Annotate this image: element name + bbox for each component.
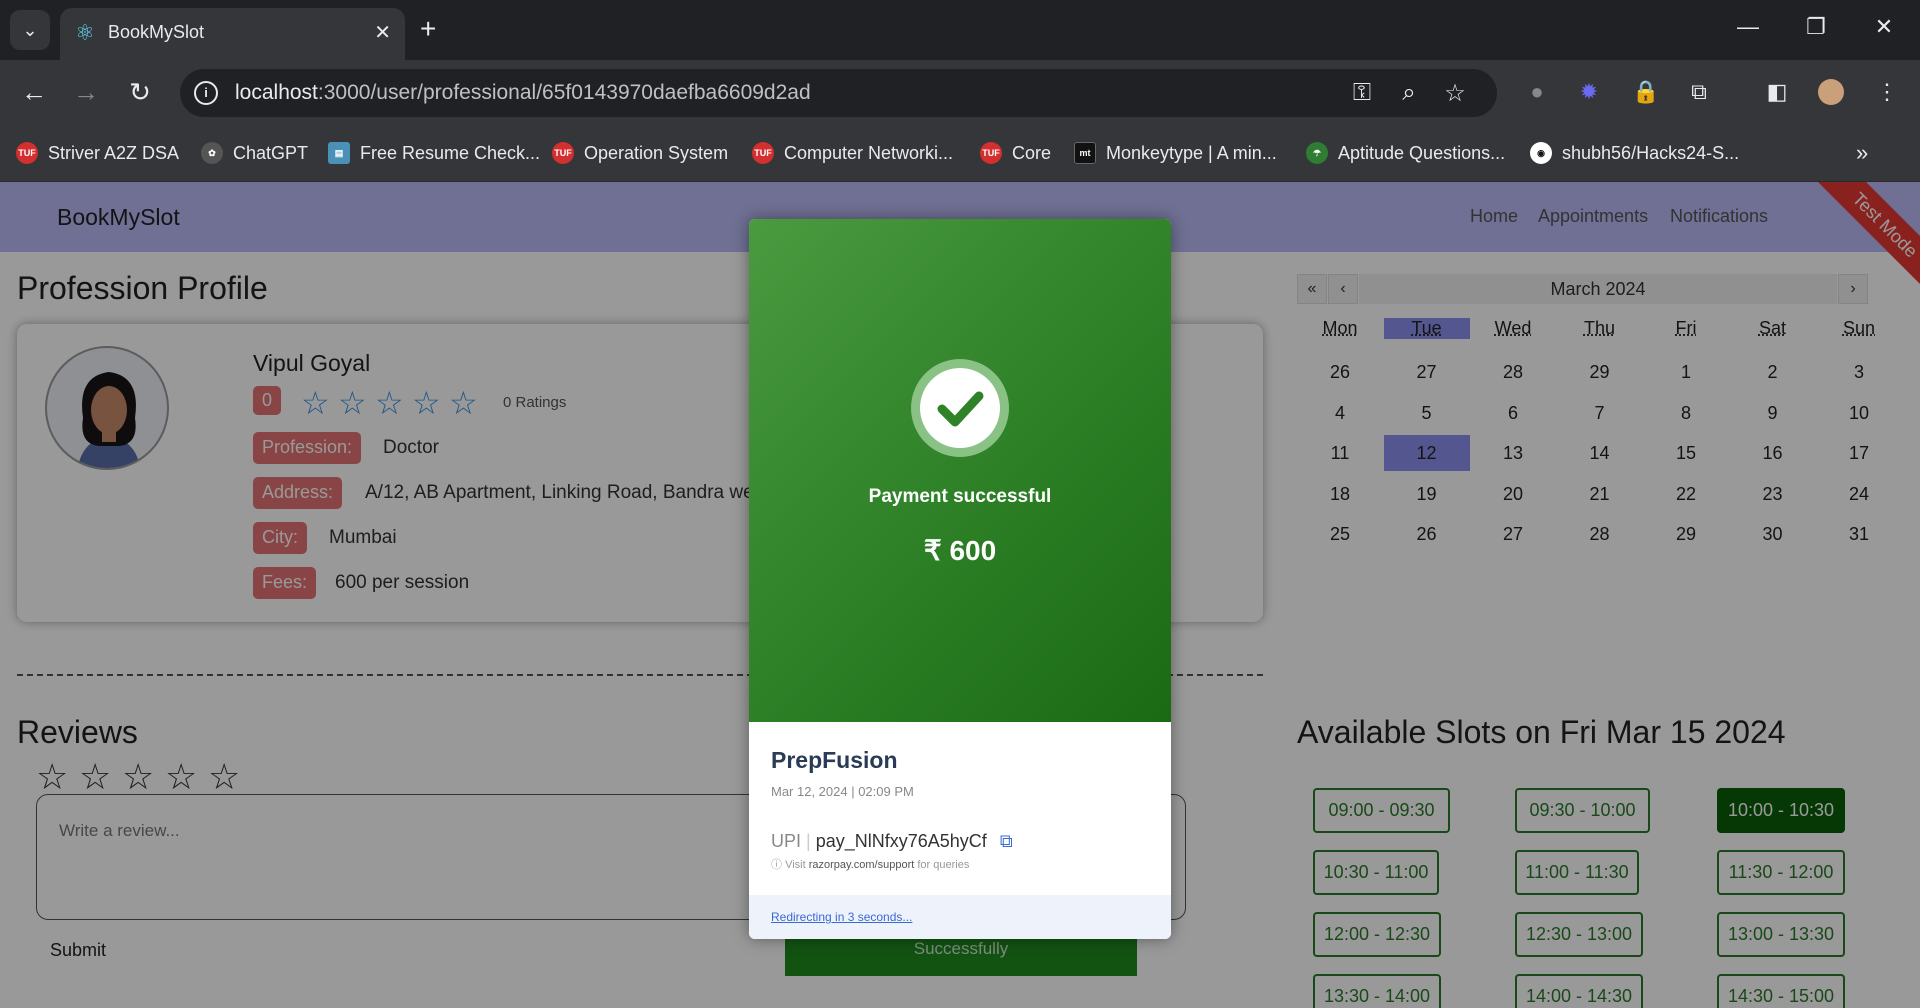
payment-status: Payment successful	[868, 486, 1052, 507]
side-panel-icon[interactable]: ◧	[1764, 79, 1790, 105]
tuf-icon: TUF	[980, 142, 1002, 164]
extension-gear-icon[interactable]: ✹	[1576, 79, 1602, 105]
url-text: localhost:3000/user/professional/65f0143…	[235, 81, 811, 104]
bookmark-item[interactable]: TUF Operation System	[552, 138, 728, 168]
payment-amount: ₹ 600	[923, 535, 997, 566]
restore-icon[interactable]: ❐	[1796, 14, 1836, 40]
support-note: ⓘ Visit razorpay.com/support for queries	[771, 859, 970, 871]
tab-search-button[interactable]: ⌄	[10, 10, 50, 50]
payment-method: UPI	[771, 831, 802, 851]
modal-footer: Redirecting in 3 seconds...	[749, 895, 1171, 939]
password-key-icon[interactable]: ⚿	[1345, 79, 1379, 107]
site-info-icon[interactable]: i	[194, 81, 218, 105]
bookmark-item[interactable]: ☂ Aptitude Questions...	[1306, 138, 1505, 168]
menu-kebab-icon[interactable]: ⋮	[1874, 79, 1900, 105]
browser-toolbar: ← → ↻ i localhost:3000/user/professional…	[0, 60, 1920, 124]
close-tab-icon[interactable]: ✕	[374, 20, 391, 45]
zoom-icon[interactable]: ⌕	[1392, 79, 1426, 107]
bookmarks-bar: TUF Striver A2Z DSA ✿ ChatGPT ▤ Free Resume…	[0, 124, 1920, 182]
payment-modal: Payment successful ₹ 600 PrepFusion Mar …	[749, 219, 1171, 939]
extensions-puzzle-icon[interactable]: ⧉	[1686, 79, 1712, 105]
bookmark-star-icon[interactable]: ☆	[1438, 79, 1472, 108]
indiabix-icon: ☂	[1306, 142, 1328, 164]
close-window-icon[interactable]: ✕	[1864, 14, 1904, 40]
copy-icon[interactable]: ⧉	[1000, 831, 1013, 851]
bookmark-item[interactable]: ✿ ChatGPT	[201, 138, 308, 168]
tab-title: BookMySlot	[108, 22, 205, 42]
success-check-icon	[911, 359, 1009, 457]
page-content: BookMySlot Home Appointments Notificatio…	[0, 182, 1920, 1008]
bookmark-item[interactable]: ▤ Free Resume Check...	[328, 138, 540, 168]
support-link[interactable]: razorpay.com/support	[809, 859, 915, 871]
info-icon: ⓘ	[771, 859, 782, 871]
back-icon[interactable]: ←	[16, 78, 52, 106]
monkeytype-icon: mt	[1074, 142, 1096, 164]
tuf-icon: TUF	[752, 142, 774, 164]
profile-avatar-icon[interactable]	[1818, 79, 1844, 105]
browser-tab[interactable]: ⚛ BookMySlot ✕	[60, 8, 405, 60]
payment-method-row: UPI | pay_NlNfxy76A5hyCf ⧉	[771, 831, 1013, 851]
payment-id: pay_NlNfxy76A5hyCf	[815, 831, 987, 851]
tuf-icon: TUF	[16, 142, 38, 164]
bookmark-item[interactable]: TUF Computer Networki...	[752, 138, 953, 168]
tuf-icon: TUF	[552, 142, 574, 164]
payment-date: Mar 12, 2024 | 02:09 PM	[771, 784, 914, 799]
bookmark-item[interactable]: TUF Core	[980, 138, 1051, 168]
extension-lock-icon[interactable]: 🔒	[1632, 79, 1659, 105]
react-icon: ⚛	[75, 20, 95, 45]
merchant-name: PrepFusion	[771, 747, 898, 773]
resume-icon: ▤	[328, 142, 350, 164]
more-bookmarks-icon[interactable]: »	[1856, 138, 1868, 168]
forward-icon[interactable]: →	[68, 78, 104, 106]
extension-icon[interactable]: ●	[1524, 79, 1550, 105]
minimize-icon[interactable]: —	[1728, 14, 1768, 40]
redirect-link[interactable]: Redirecting in 3 seconds...	[771, 910, 912, 924]
bookmark-item[interactable]: TUF Striver A2Z DSA	[16, 138, 179, 168]
reload-icon[interactable]: ↻	[122, 78, 158, 106]
bookmark-item[interactable]: mt Monkeytype | A min...	[1074, 138, 1277, 168]
chatgpt-icon: ✿	[201, 142, 223, 164]
address-bar[interactable]: i localhost:3000/user/professional/65f01…	[180, 69, 1497, 117]
new-tab-button[interactable]: +	[420, 14, 436, 44]
tab-strip: ⌄ ⚛ BookMySlot ✕ + — ❐ ✕	[0, 0, 1920, 60]
github-icon: ◉	[1530, 142, 1552, 164]
bookmark-item[interactable]: ◉ shubh56/Hacks24-S...	[1530, 138, 1739, 168]
payment-success-panel: Payment successful ₹ 600	[749, 219, 1171, 722]
